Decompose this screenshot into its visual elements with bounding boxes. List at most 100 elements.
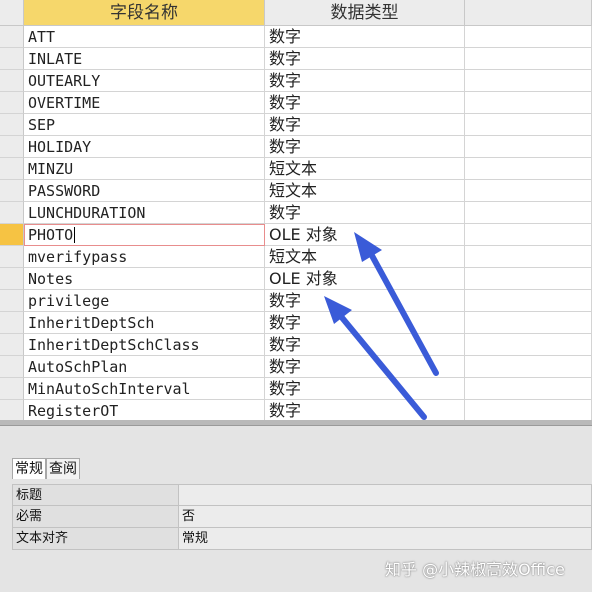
data-type-cell[interactable]: 数字	[265, 26, 465, 48]
row-selector[interactable]	[0, 246, 24, 268]
description-cell[interactable]	[465, 334, 592, 356]
table-row[interactable]: Notes OLE 对象	[0, 268, 592, 290]
field-name-cell[interactable]: InheritDeptSch	[24, 312, 265, 334]
field-name-cell[interactable]: SEP	[24, 114, 265, 136]
property-row-text-align[interactable]: 文本对齐 常规	[12, 528, 592, 550]
field-name-cell[interactable]: OVERTIME	[24, 92, 265, 114]
data-type-cell[interactable]: 数字	[265, 400, 465, 420]
data-type-cell[interactable]: OLE 对象	[265, 224, 465, 246]
data-type-cell[interactable]: 数字	[265, 356, 465, 378]
table-row[interactable]: OUTEARLY 数字	[0, 70, 592, 92]
data-type-cell[interactable]: 数字	[265, 290, 465, 312]
row-selector[interactable]	[0, 92, 24, 114]
field-name-cell[interactable]: INLATE	[24, 48, 265, 70]
row-selector[interactable]	[0, 334, 24, 356]
description-cell[interactable]	[465, 246, 592, 268]
field-name-cell[interactable]: RegisterOT	[24, 400, 265, 420]
table-row[interactable]: InheritDeptSch 数字	[0, 312, 592, 334]
row-selector[interactable]	[0, 290, 24, 312]
field-name-cell[interactable]: Notes	[24, 268, 265, 290]
row-selector[interactable]	[0, 48, 24, 70]
description-cell[interactable]	[465, 356, 592, 378]
data-type-cell[interactable]: 短文本	[265, 246, 465, 268]
data-type-cell[interactable]: 数字	[265, 312, 465, 334]
table-row[interactable]: AutoSchPlan 数字	[0, 356, 592, 378]
data-type-cell[interactable]: 数字	[265, 202, 465, 224]
description-cell[interactable]	[465, 26, 592, 48]
table-row[interactable]: HOLIDAY 数字	[0, 136, 592, 158]
description-cell[interactable]	[465, 48, 592, 70]
row-selector[interactable]	[0, 268, 24, 290]
data-type-cell[interactable]: 数字	[265, 378, 465, 400]
row-selector[interactable]	[0, 356, 24, 378]
data-type-cell[interactable]: 数字	[265, 114, 465, 136]
description-cell[interactable]	[465, 180, 592, 202]
row-selector[interactable]	[0, 378, 24, 400]
field-name-cell[interactable]: AutoSchPlan	[24, 356, 265, 378]
row-selector[interactable]	[0, 202, 24, 224]
field-name-cell[interactable]: ATT	[24, 26, 265, 48]
field-name-cell[interactable]: InheritDeptSchClass	[24, 334, 265, 356]
column-header-field-name[interactable]: 字段名称	[24, 0, 265, 26]
table-row[interactable]: mverifypass 短文本	[0, 246, 592, 268]
row-selector[interactable]	[0, 158, 24, 180]
description-cell[interactable]	[465, 224, 592, 246]
description-cell[interactable]	[465, 158, 592, 180]
data-type-cell[interactable]: 数字	[265, 136, 465, 158]
column-header-data-type[interactable]: 数据类型	[265, 0, 465, 26]
row-selector[interactable]	[0, 180, 24, 202]
table-row-selected[interactable]: PHOTO OLE 对象	[0, 224, 592, 246]
column-header-description[interactable]	[465, 0, 592, 26]
description-cell[interactable]	[465, 400, 592, 420]
property-value-input[interactable]	[179, 484, 592, 506]
description-cell[interactable]	[465, 136, 592, 158]
row-selector[interactable]	[0, 26, 24, 48]
row-selector[interactable]	[0, 136, 24, 158]
data-type-cell[interactable]: OLE 对象	[265, 268, 465, 290]
description-cell[interactable]	[465, 312, 592, 334]
table-row[interactable]: PASSWORD 短文本	[0, 180, 592, 202]
table-row[interactable]: OVERTIME 数字	[0, 92, 592, 114]
description-cell[interactable]	[465, 70, 592, 92]
row-selector[interactable]	[0, 400, 24, 420]
description-cell[interactable]	[465, 268, 592, 290]
field-name-cell-editing[interactable]: PHOTO	[24, 224, 265, 246]
tab-general[interactable]: 常规	[12, 458, 46, 479]
table-row[interactable]: SEP 数字	[0, 114, 592, 136]
field-name-cell[interactable]: privilege	[24, 290, 265, 312]
table-row[interactable]: privilege 数字	[0, 290, 592, 312]
description-cell[interactable]	[465, 290, 592, 312]
data-type-cell[interactable]: 数字	[265, 92, 465, 114]
data-type-cell[interactable]: 数字	[265, 334, 465, 356]
row-selector[interactable]	[0, 114, 24, 136]
property-value-input[interactable]: 常规	[179, 528, 592, 550]
grid-corner[interactable]	[0, 0, 24, 26]
property-value-input[interactable]: 否	[179, 506, 592, 528]
row-selector[interactable]	[0, 312, 24, 334]
table-row[interactable]: MINZU 短文本	[0, 158, 592, 180]
table-row[interactable]: MinAutoSchInterval 数字	[0, 378, 592, 400]
data-type-cell[interactable]: 短文本	[265, 158, 465, 180]
field-name-cell[interactable]: LUNCHDURATION	[24, 202, 265, 224]
description-cell[interactable]	[465, 92, 592, 114]
table-row[interactable]: InheritDeptSchClass 数字	[0, 334, 592, 356]
row-selector[interactable]	[0, 70, 24, 92]
data-type-cell[interactable]: 短文本	[265, 180, 465, 202]
tab-lookup[interactable]: 查阅	[46, 458, 80, 479]
description-cell[interactable]	[465, 378, 592, 400]
description-cell[interactable]	[465, 114, 592, 136]
row-selector-active[interactable]	[0, 224, 24, 246]
description-cell[interactable]	[465, 202, 592, 224]
table-row[interactable]: INLATE 数字	[0, 48, 592, 70]
property-row-required[interactable]: 必需 否	[12, 506, 592, 528]
field-name-cell[interactable]: HOLIDAY	[24, 136, 265, 158]
field-name-cell[interactable]: MinAutoSchInterval	[24, 378, 265, 400]
table-row[interactable]: RegisterOT 数字	[0, 400, 592, 420]
field-name-cell[interactable]: PASSWORD	[24, 180, 265, 202]
field-name-cell[interactable]: OUTEARLY	[24, 70, 265, 92]
field-name-cell[interactable]: MINZU	[24, 158, 265, 180]
data-type-cell[interactable]: 数字	[265, 48, 465, 70]
table-row[interactable]: LUNCHDURATION 数字	[0, 202, 592, 224]
property-row-caption[interactable]: 标题	[12, 484, 592, 506]
field-name-cell[interactable]: mverifypass	[24, 246, 265, 268]
